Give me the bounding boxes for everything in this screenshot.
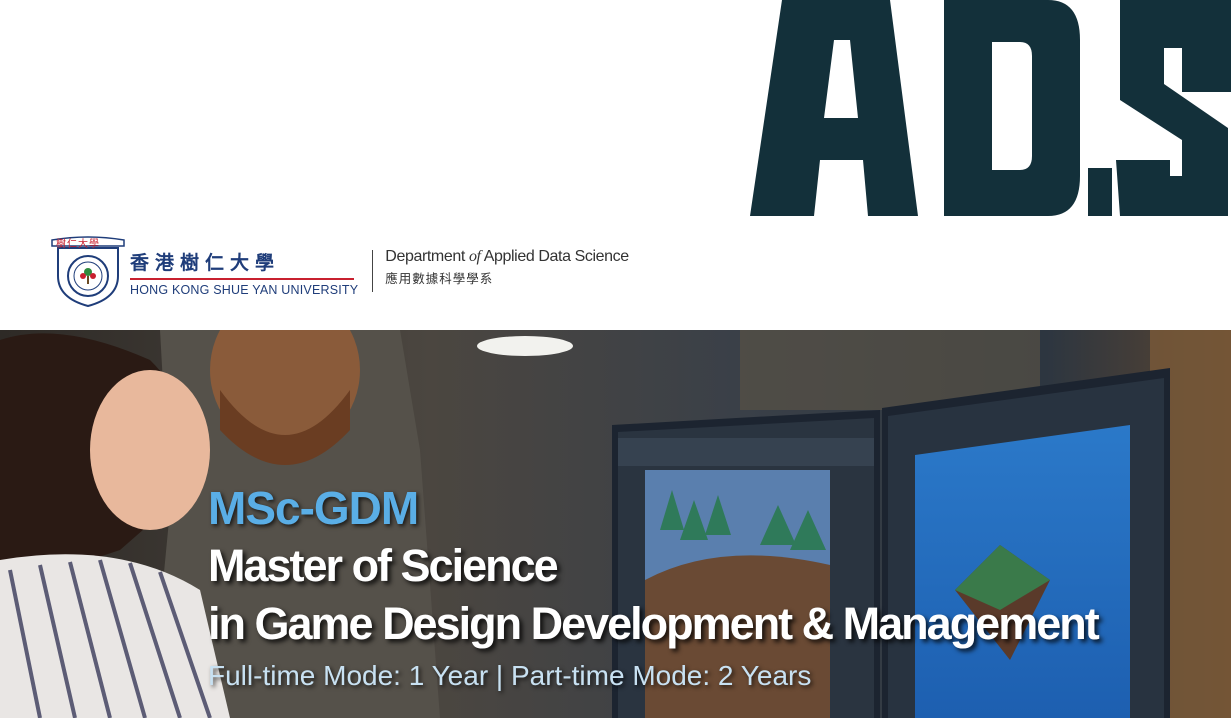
department-name: Department of Applied Data Science 應用數據科… [385, 248, 629, 287]
crest-label: 樹仁大學 [56, 239, 100, 250]
program-code: MSc-GDM [208, 482, 419, 534]
department-name-en-part1: Department [385, 248, 469, 265]
ads-logo [750, 0, 1231, 216]
ads-logo-dot [1088, 168, 1112, 216]
university-name-rule [130, 278, 354, 280]
header: 樹仁大學 香港樹仁大學 HONG KONG SHUE YAN UNIVERSIT… [0, 0, 1231, 330]
department-name-cn: 應用數據科學學系 [385, 271, 494, 286]
ads-logo-letter-s [1116, 0, 1231, 216]
department-name-en-part2: Applied Data Science [480, 248, 629, 265]
university-name-en: HONG KONG SHUE YAN UNIVERSITY [130, 283, 359, 297]
ads-logo-letter-a [750, 0, 918, 216]
department-name-en: Department of Applied Data Science [385, 248, 629, 266]
ceiling-light [477, 336, 573, 356]
department-name-en-of: of [468, 248, 481, 265]
ads-logo-letter-d [944, 0, 1080, 216]
woman-face [90, 370, 210, 530]
university-name-cn: 香港樹仁大學 [130, 252, 281, 274]
logo-separator [372, 250, 374, 292]
monitor-left-toolbar [618, 438, 874, 466]
university-names: 香港樹仁大學 HONG KONG SHUE YAN UNIVERSITY [130, 248, 358, 297]
program-title-line2: in Game Design Development & Management [208, 598, 1100, 649]
university-logo: 樹仁大學 香港樹仁大學 HONG KONG SHUE YAN UNIVERSIT… [50, 236, 629, 308]
study-mode: Full-time Mode: 1 Year | Part-time Mode:… [208, 660, 812, 691]
program-title-line1: Master of Science [208, 540, 559, 591]
